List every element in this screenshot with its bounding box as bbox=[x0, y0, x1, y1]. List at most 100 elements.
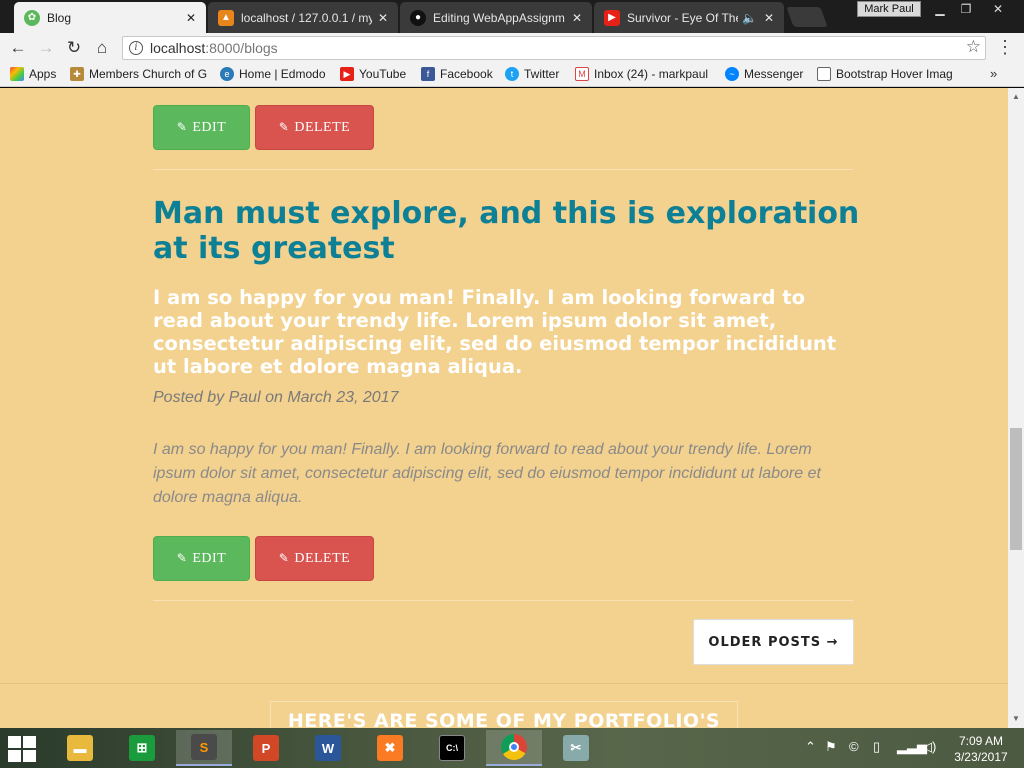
post-divider bbox=[153, 600, 853, 601]
tab-label: localhost / 127.0.0.1 / my bbox=[241, 10, 372, 25]
xampp-icon: ✖ bbox=[377, 735, 403, 761]
bookmark-bootstrap-hover[interactable]: Bootstrap Hover Imag bbox=[817, 67, 953, 81]
command-prompt-icon: C:\ bbox=[439, 735, 465, 761]
info-icon[interactable]: i bbox=[129, 41, 143, 55]
bookmark-edmodo[interactable]: e Home | Edmodo bbox=[220, 67, 326, 81]
taskbar-store[interactable]: ⊞ bbox=[114, 730, 170, 766]
taskbar-snipping-tool[interactable]: ✂ bbox=[548, 730, 604, 766]
scroll-up-icon[interactable]: ▲ bbox=[1012, 92, 1020, 101]
page-scrollbar[interactable]: ▲ ▼ bbox=[1008, 88, 1024, 728]
portfolio-heading: HERE'S ARE SOME OF MY PORTFOLIO'S bbox=[287, 710, 721, 728]
snipping-tool-icon: ✂ bbox=[563, 735, 589, 761]
address-bar[interactable]: i localhost:8000/blogs ☆ bbox=[122, 36, 986, 60]
older-posts-button[interactable]: OLDER POSTS → bbox=[693, 619, 854, 665]
post-divider bbox=[153, 169, 853, 170]
edit-icon: ✎ bbox=[278, 120, 290, 134]
edmodo-icon: e bbox=[220, 67, 234, 81]
phpmyadmin-icon: ▲ bbox=[218, 9, 234, 26]
app-tray-icon[interactable]: © bbox=[849, 739, 859, 754]
bookmark-church[interactable]: ✚ Members Church of G bbox=[70, 67, 207, 81]
post-title[interactable]: Man must explore, and this is exploratio… bbox=[153, 196, 863, 266]
tab-label: Editing WebAppAssignm bbox=[433, 10, 565, 25]
twitter-icon: t bbox=[505, 67, 519, 81]
more-bookmarks-icon[interactable]: » bbox=[990, 66, 997, 81]
browser-toolbar: ← → ↻ ⌂ i localhost:8000/blogs ☆ ⋮ bbox=[0, 33, 1024, 63]
tab-label: Survivor - Eye Of The bbox=[627, 10, 738, 25]
home-icon[interactable]: ⌂ bbox=[90, 37, 114, 59]
edit-icon: ✎ bbox=[278, 551, 290, 565]
bookmark-gmail[interactable]: M Inbox (24) - markpaul bbox=[575, 67, 708, 81]
blog-leaf-icon: ✿ bbox=[24, 9, 40, 26]
delete-button[interactable]: ✎ DELETE bbox=[255, 105, 374, 150]
sublime-text-icon: S bbox=[191, 734, 217, 760]
bookmarks-bar: Apps ✚ Members Church of G e Home | Edmo… bbox=[0, 63, 1024, 87]
close-window-icon[interactable]: ✕ bbox=[986, 1, 1010, 17]
edit-icon: ✎ bbox=[176, 551, 188, 565]
delete-button[interactable]: ✎ DELETE bbox=[255, 536, 374, 581]
edit-button[interactable]: ✎ EDIT bbox=[153, 536, 250, 581]
scroll-down-icon[interactable]: ▼ bbox=[1012, 714, 1020, 723]
section-divider bbox=[0, 683, 1008, 684]
taskbar-powerpoint[interactable]: P bbox=[238, 730, 294, 766]
edit-button[interactable]: ✎ EDIT bbox=[153, 105, 250, 150]
close-icon[interactable]: ✕ bbox=[184, 11, 198, 25]
close-icon[interactable]: ✕ bbox=[762, 11, 776, 25]
file-explorer-icon: ▬ bbox=[67, 735, 93, 761]
forward-icon[interactable]: → bbox=[34, 37, 58, 59]
youtube-icon: ▶ bbox=[340, 67, 354, 81]
church-icon: ✚ bbox=[70, 67, 84, 81]
volume-icon[interactable]: ◁) bbox=[922, 739, 936, 755]
taskbar-clock[interactable]: 7:09 AM 3/23/2017 bbox=[948, 733, 1014, 765]
profile-button[interactable]: Mark Paul bbox=[857, 1, 921, 17]
show-hidden-icons-icon[interactable]: ⌃ bbox=[805, 739, 816, 755]
restore-icon[interactable]: ❐ bbox=[954, 1, 978, 17]
powerpoint-icon: P bbox=[253, 735, 279, 761]
action-flag-icon[interactable]: ⚑ bbox=[825, 739, 837, 755]
edit-icon: ✎ bbox=[176, 120, 188, 134]
power-icon[interactable]: ▯ bbox=[873, 739, 880, 755]
taskbar-chrome[interactable] bbox=[486, 730, 542, 766]
windows-start-icon[interactable] bbox=[8, 736, 38, 762]
close-icon[interactable]: ✕ bbox=[570, 11, 584, 25]
windows-taskbar: ▬ ⊞ S P W ✖ C:\ ✂ ⌃ ⚑ © ▯ ▂▃▅ ◁) 7:09 AM… bbox=[0, 728, 1024, 768]
post-meta: Posted by Paul on March 23, 2017 bbox=[153, 389, 399, 406]
bookmark-star-icon[interactable]: ☆ bbox=[966, 37, 981, 57]
address-url[interactable]: localhost:8000/blogs bbox=[150, 40, 278, 56]
bookmark-youtube[interactable]: ▶ YouTube bbox=[340, 67, 406, 81]
github-icon: ● bbox=[410, 9, 426, 26]
gmail-icon: M bbox=[575, 67, 589, 81]
bookmark-apps[interactable]: Apps bbox=[10, 67, 56, 81]
youtube-icon: ▶ bbox=[604, 9, 620, 26]
tab-github[interactable]: ● Editing WebAppAssignm ✕ bbox=[400, 2, 592, 33]
taskbar-file-explorer[interactable]: ▬ bbox=[52, 730, 108, 766]
tab-youtube[interactable]: ▶ Survivor - Eye Of The 🔈 ✕ bbox=[594, 2, 784, 33]
clock-time: 7:09 AM bbox=[958, 734, 1004, 748]
tab-phpmyadmin[interactable]: ▲ localhost / 127.0.0.1 / my ✕ bbox=[208, 2, 398, 33]
taskbar-xampp[interactable]: ✖ bbox=[362, 730, 418, 766]
bookmark-messenger[interactable]: ~ Messenger bbox=[725, 67, 803, 81]
back-icon[interactable]: ← bbox=[6, 37, 30, 59]
bookmark-twitter[interactable]: t Twitter bbox=[505, 67, 559, 81]
store-icon: ⊞ bbox=[129, 735, 155, 761]
taskbar-command-prompt[interactable]: C:\ bbox=[424, 730, 480, 766]
post-body: I am so happy for you man! Finally. I am… bbox=[153, 441, 821, 506]
speaker-icon: 🔈 bbox=[742, 10, 757, 25]
browser-tab-strip: ✿ Blog ✕ ▲ localhost / 127.0.0.1 / my ✕ … bbox=[0, 0, 1024, 33]
blog-page: ✎ EDIT ✎ DELETE Man must explore, and this… bbox=[0, 88, 1008, 728]
facebook-icon: f bbox=[421, 67, 435, 81]
taskbar-sublime-text[interactable]: S bbox=[176, 730, 232, 766]
clock-date: 3/23/2017 bbox=[954, 750, 1008, 764]
taskbar-word[interactable]: W bbox=[300, 730, 356, 766]
minimize-icon[interactable]: ▁ bbox=[928, 1, 952, 17]
scrollbar-thumb[interactable] bbox=[1010, 428, 1022, 550]
menu-dots-icon[interactable]: ⋮ bbox=[996, 37, 1014, 58]
tab-blog[interactable]: ✿ Blog ✕ bbox=[14, 2, 206, 33]
reload-icon[interactable]: ↻ bbox=[62, 37, 86, 59]
chrome-icon bbox=[501, 734, 527, 760]
apps-grid-icon bbox=[10, 67, 24, 81]
word-icon: W bbox=[315, 735, 341, 761]
page-icon bbox=[817, 67, 831, 81]
new-tab-button[interactable] bbox=[786, 7, 828, 27]
bookmark-facebook[interactable]: f Facebook bbox=[421, 67, 493, 81]
close-icon[interactable]: ✕ bbox=[376, 11, 390, 25]
